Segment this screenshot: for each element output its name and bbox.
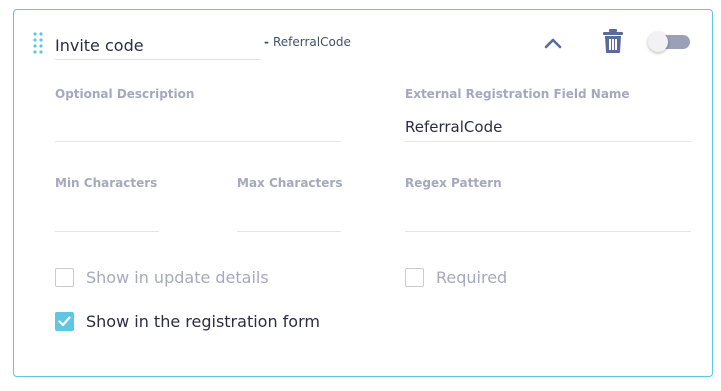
field-key-value: ReferralCode — [272, 35, 351, 49]
checkbox-box — [405, 268, 424, 287]
regex-pattern-input[interactable] — [405, 202, 691, 232]
external-field-name-input[interactable] — [405, 112, 691, 142]
external-field-name-label: External Registration Field Name — [405, 87, 630, 101]
field-key-dash: - — [264, 35, 269, 49]
delete-button[interactable] — [602, 28, 624, 54]
checkbox-box — [55, 268, 74, 287]
chevron-up-icon — [544, 38, 562, 49]
show-in-registration-form-label: Show in the registration form — [86, 312, 320, 331]
collapse-button[interactable] — [541, 32, 565, 56]
field-name-input[interactable] — [55, 28, 261, 60]
checkmark-icon — [58, 316, 71, 327]
show-in-update-details-checkbox[interactable]: Show in update details — [55, 268, 269, 287]
show-in-update-details-label: Show in update details — [86, 268, 269, 287]
min-characters-label: Min Characters — [55, 176, 158, 190]
drag-handle-icon[interactable] — [33, 32, 43, 54]
required-label: Required — [436, 268, 508, 287]
trash-icon — [603, 29, 623, 53]
optional-description-input[interactable] — [55, 112, 341, 142]
regex-pattern-label: Regex Pattern — [405, 176, 502, 190]
max-characters-label: Max Characters — [237, 176, 343, 190]
custom-field-card: -ReferralCode Optional Description Exter… — [13, 9, 713, 377]
field-enabled-toggle[interactable] — [648, 32, 692, 52]
optional-description-label: Optional Description — [55, 87, 195, 101]
toggle-knob — [648, 32, 668, 52]
max-characters-input[interactable] — [237, 202, 341, 232]
show-in-registration-form-checkbox[interactable]: Show in the registration form — [55, 312, 320, 331]
min-characters-input[interactable] — [55, 202, 159, 232]
checkbox-box — [55, 312, 74, 331]
required-checkbox[interactable]: Required — [405, 268, 507, 287]
field-key-text: - ReferralCode — [264, 35, 351, 49]
